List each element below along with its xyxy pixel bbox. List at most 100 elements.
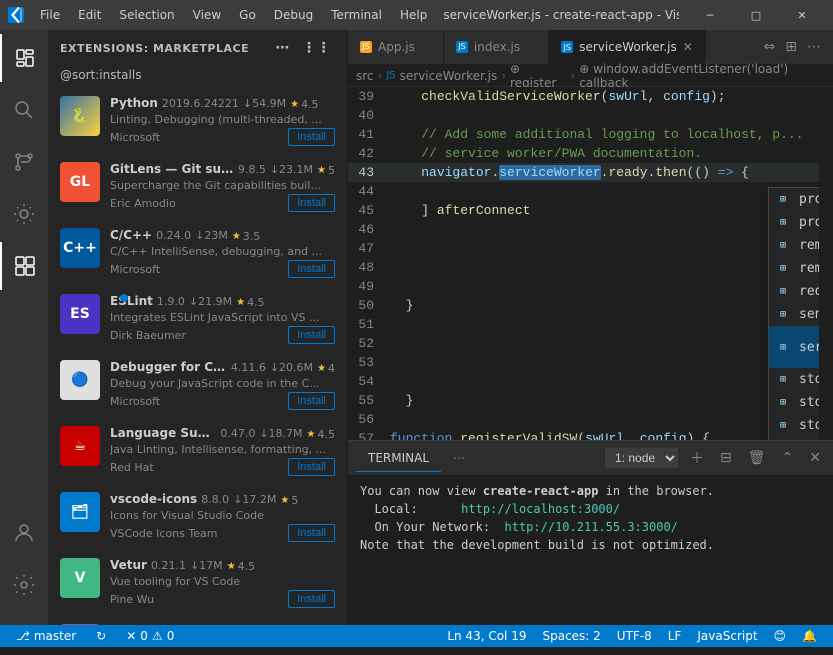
bell-icon: 🔔: [802, 629, 817, 643]
extension-item[interactable]: 🗂 vscode-icons 8.8.0 ↓17.2M ★ 5 Icons fo…: [48, 484, 347, 550]
menu-debug[interactable]: Debug: [266, 6, 321, 24]
extension-item[interactable]: 🔵 Debugger for Ch... 4.11.6 ↓20.6M ★ 4 D…: [48, 352, 347, 418]
encoding-status[interactable]: UTF-8: [609, 625, 660, 647]
ext-downloads: ↓21.9M: [189, 295, 232, 308]
editor-scrollbar[interactable]: [819, 87, 833, 440]
sync-status[interactable]: ↻: [88, 625, 114, 647]
terminal-instance-select[interactable]: 1: node: [605, 448, 678, 468]
code-line: 56: [348, 410, 819, 429]
ac-item[interactable]: ⊞ storeWebWideTrackingException: [769, 414, 819, 437]
terminal-line: On Your Network: http://10.211.55.3:3000…: [360, 518, 821, 536]
ac-item[interactable]: ⊞ storage: [769, 368, 819, 391]
terminal-body[interactable]: You can now view create-react-app in the…: [348, 476, 833, 625]
ext-install-btn[interactable]: Install: [288, 524, 335, 542]
ext-version: 0.47.0: [220, 427, 255, 440]
ext-stars: ★ 3.5: [232, 230, 260, 243]
menu-view[interactable]: View: [185, 6, 229, 24]
bell-status[interactable]: 🔔: [794, 625, 825, 647]
breadcrumb-callback[interactable]: ⊕ window.addEventListener('load') callba…: [579, 62, 825, 90]
ext-install-btn[interactable]: Install: [288, 392, 335, 410]
maximize-button[interactable]: □: [733, 0, 779, 30]
tab-serviceworker[interactable]: JS serviceWorker.js ✕: [549, 30, 706, 64]
terminal-close-btn[interactable]: ✕: [805, 448, 825, 468]
minimize-button[interactable]: ─: [687, 0, 733, 30]
language-status[interactable]: JavaScript: [689, 625, 765, 647]
ext-install-btn[interactable]: Install: [288, 260, 335, 278]
ac-item[interactable]: ⊞ productSub: [769, 211, 819, 234]
eol-label: LF: [668, 629, 682, 643]
terminal-add-btn[interactable]: ＋: [686, 446, 708, 470]
activitybar-settings[interactable]: [0, 561, 48, 609]
ext-details: Vetur 0.21.1 ↓17M ★ 4.5 Vue tooling for …: [110, 558, 335, 608]
ac-item-selected[interactable]: ⊞ serviceWorker (property) Navigator.ser…: [769, 326, 819, 368]
terminal-more-btn[interactable]: ⋯: [453, 451, 465, 465]
ext-desc: Icons for Visual Studio Code: [110, 509, 335, 522]
tab-appjs[interactable]: JS App.js ✕: [348, 30, 444, 64]
breadcrumb-register[interactable]: ⊕ register: [510, 62, 566, 90]
ac-item[interactable]: ⊞ removeWebWideTrackingException: [769, 257, 819, 280]
activitybar-extensions[interactable]: [0, 242, 48, 290]
menu-selection[interactable]: Selection: [111, 6, 182, 24]
menu-terminal[interactable]: Terminal: [323, 6, 390, 24]
sidebar-filter-btn[interactable]: ⋯: [272, 38, 295, 58]
terminal-trash-btn[interactable]: 🗑: [744, 448, 770, 468]
ac-item[interactable]: ⊞ requestMediaKeySystemAccess: [769, 280, 819, 303]
menu-file[interactable]: File: [32, 6, 68, 24]
git-branch-label: master: [34, 629, 76, 643]
terminal-split-btn[interactable]: ⊟: [716, 448, 736, 468]
ext-name-row: C/C++ 0.24.0 ↓23M ★ 3.5: [110, 228, 335, 243]
activitybar-debug[interactable]: [0, 190, 48, 238]
editor-content: 39 checkValidServiceWorker(swUrl, config…: [348, 87, 833, 440]
eol-status[interactable]: LF: [660, 625, 690, 647]
ext-publisher: Pine Wu: [110, 593, 154, 606]
extension-item[interactable]: V Vetur 0.21.1 ↓17M ★ 4.5 Vue tooling fo…: [48, 550, 347, 616]
extension-item[interactable]: GL GitLens — Git sup... 9.8.5 ↓23.1M ★ 5…: [48, 154, 347, 220]
close-button[interactable]: ✕: [779, 0, 825, 30]
sidebar-more-btn[interactable]: ⋮⋮: [298, 38, 335, 58]
emoji-status[interactable]: 😊: [766, 625, 795, 647]
breadcrumb-src[interactable]: src: [356, 69, 374, 83]
terminal-tab[interactable]: TERMINAL: [356, 445, 441, 472]
split-editor-btn[interactable]: ⇔: [760, 37, 780, 57]
extension-item[interactable]: 🐍 Python 2019.6.24221 ↓54.9M ★ 4.5 Linti…: [48, 88, 347, 154]
cursor-position-status[interactable]: Ln 43, Col 19: [439, 625, 534, 647]
tab-layout-btn[interactable]: ⊞: [781, 37, 801, 57]
activitybar-explorer[interactable]: [0, 34, 48, 82]
ext-install-btn[interactable]: Install: [288, 128, 335, 146]
ac-item[interactable]: ⊞ storeSiteSpecificTrackingException: [769, 391, 819, 414]
tab-more-btn[interactable]: ⋯: [803, 37, 825, 57]
ext-install-btn[interactable]: Install: [288, 326, 335, 344]
tabbar: JS App.js ✕ JS index.js ✕ JS serviceWork…: [348, 30, 833, 65]
tab-indexjs[interactable]: JS index.js ✕: [444, 30, 549, 64]
errors-status[interactable]: ✕ 0 ⚠ 0: [118, 625, 182, 647]
git-branch-status[interactable]: ⎇ master: [8, 625, 84, 647]
extension-item[interactable]: C++ C/C++ 0.24.0 ↓23M ★ 3.5 C/C++ Intell…: [48, 220, 347, 286]
activitybar-scm[interactable]: [0, 138, 48, 186]
ac-item[interactable]: ⊞ userAgent: [769, 437, 819, 440]
ext-icon: ES: [60, 294, 100, 334]
tab-close-serviceworker[interactable]: ✕: [683, 40, 693, 54]
menu-edit[interactable]: Edit: [70, 6, 109, 24]
ac-item[interactable]: ⊞ removeSiteSpecificTrackingException: [769, 234, 819, 257]
spaces-status[interactable]: Spaces: 2: [534, 625, 608, 647]
terminal-maximize-btn[interactable]: ⌃: [778, 448, 798, 468]
terminal-line: You can now view create-react-app in the…: [360, 482, 821, 500]
ext-install-btn[interactable]: Install: [288, 458, 335, 476]
menu-go[interactable]: Go: [231, 6, 264, 24]
code-editor[interactable]: 39 checkValidServiceWorker(swUrl, config…: [348, 87, 819, 440]
new-badge: [120, 294, 128, 302]
ext-version: 1.9.0: [157, 295, 185, 308]
terminal-line: Local: http://localhost:3000/: [360, 500, 821, 518]
extension-item[interactable]: C# C# 1.21.0 ↓15.6M ★ 4 C# for Visual St…: [48, 616, 347, 625]
activitybar-search[interactable]: [0, 86, 48, 134]
extension-item[interactable]: ☕ Language Supp... 0.47.0 ↓18.7M ★ 4.5 J…: [48, 418, 347, 484]
ac-item[interactable]: ⊞ product: [769, 188, 819, 211]
menu-help[interactable]: Help: [392, 6, 435, 24]
ext-install-btn[interactable]: Install: [288, 194, 335, 212]
ext-install-btn[interactable]: Install: [288, 590, 335, 608]
breadcrumb-file[interactable]: serviceWorker.js: [400, 69, 498, 83]
extension-item[interactable]: ES ESLint 1.9.0 ↓21.9M ★ 4.5 Integrates …: [48, 286, 347, 352]
ac-item[interactable]: ⊞ sendBeacon: [769, 303, 819, 326]
activitybar-accounts[interactable]: [0, 509, 48, 557]
ext-version: 0.24.0: [156, 229, 191, 242]
